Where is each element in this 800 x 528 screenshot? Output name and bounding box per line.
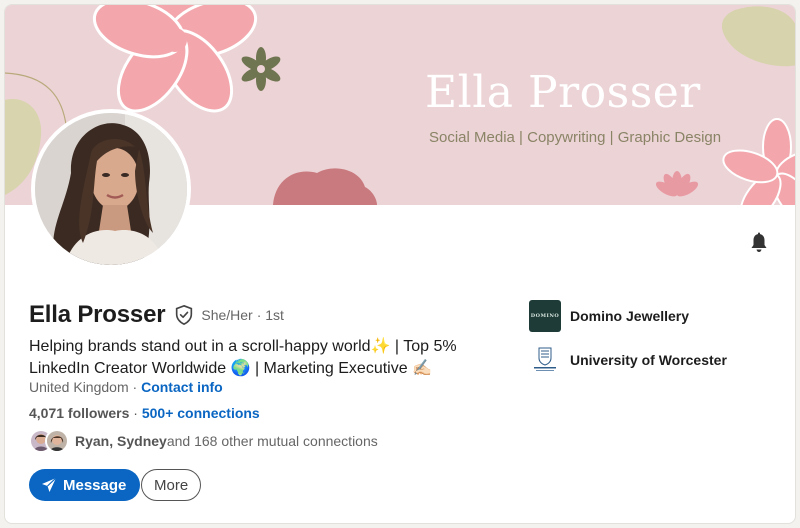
avatar	[45, 429, 69, 453]
school-name: University of Worcester	[570, 352, 727, 368]
message-button[interactable]: Message	[29, 469, 141, 501]
send-icon	[42, 477, 57, 492]
name-row: Ella Prosser She/Her · 1st	[29, 301, 284, 329]
mutual-rest: and 168 other mutual connections	[166, 433, 378, 449]
more-button[interactable]: More	[141, 469, 202, 501]
more-button-label: More	[154, 476, 189, 494]
company-name: Domino Jewellery	[570, 308, 690, 324]
location: United Kingdom	[29, 379, 129, 395]
location-row: United Kingdom · Contact info	[29, 379, 223, 395]
mutual-avatars	[29, 429, 69, 453]
contact-info-link[interactable]: Contact info	[141, 379, 223, 395]
education[interactable]: University of Worcester	[529, 344, 727, 376]
domino-jewellery-logo: DOMINO	[529, 300, 561, 332]
location-separator: ·	[128, 379, 142, 395]
stats-separator: ·	[129, 405, 142, 421]
university-crest-logo	[529, 344, 561, 376]
profile-avatar[interactable]	[31, 109, 191, 269]
connections-link[interactable]: 500+ connections	[142, 405, 260, 421]
bell-icon[interactable]	[747, 231, 771, 255]
connection-degree: · 1st	[256, 307, 284, 323]
banner-title: Ella Prosser	[425, 67, 701, 118]
current-company[interactable]: DOMINO Domino Jewellery	[529, 300, 689, 332]
mutual-names: Ryan, Sydney	[75, 433, 167, 449]
profile-headline: Helping brands stand out in a scroll-hap…	[29, 338, 457, 377]
pronouns: She/Her	[201, 307, 253, 323]
mutual-connections[interactable]: Ryan, Sydney and 168 other mutual connec…	[29, 429, 378, 453]
message-button-label: Message	[63, 476, 127, 494]
profile-card: Ella Prosser Social Media | Copywriting …	[4, 4, 796, 524]
domino-logo-text: DOMINO	[530, 313, 560, 319]
banner-tagline: Social Media | Copywriting | Graphic Des…	[429, 129, 722, 146]
avatar-photo	[35, 113, 187, 265]
followers-count: 4,071 followers	[29, 405, 130, 421]
stats-row: 4,071 followers · 500+ connections	[29, 405, 260, 421]
profile-name: Ella Prosser	[29, 301, 166, 328]
verified-shield-icon[interactable]	[173, 304, 195, 326]
